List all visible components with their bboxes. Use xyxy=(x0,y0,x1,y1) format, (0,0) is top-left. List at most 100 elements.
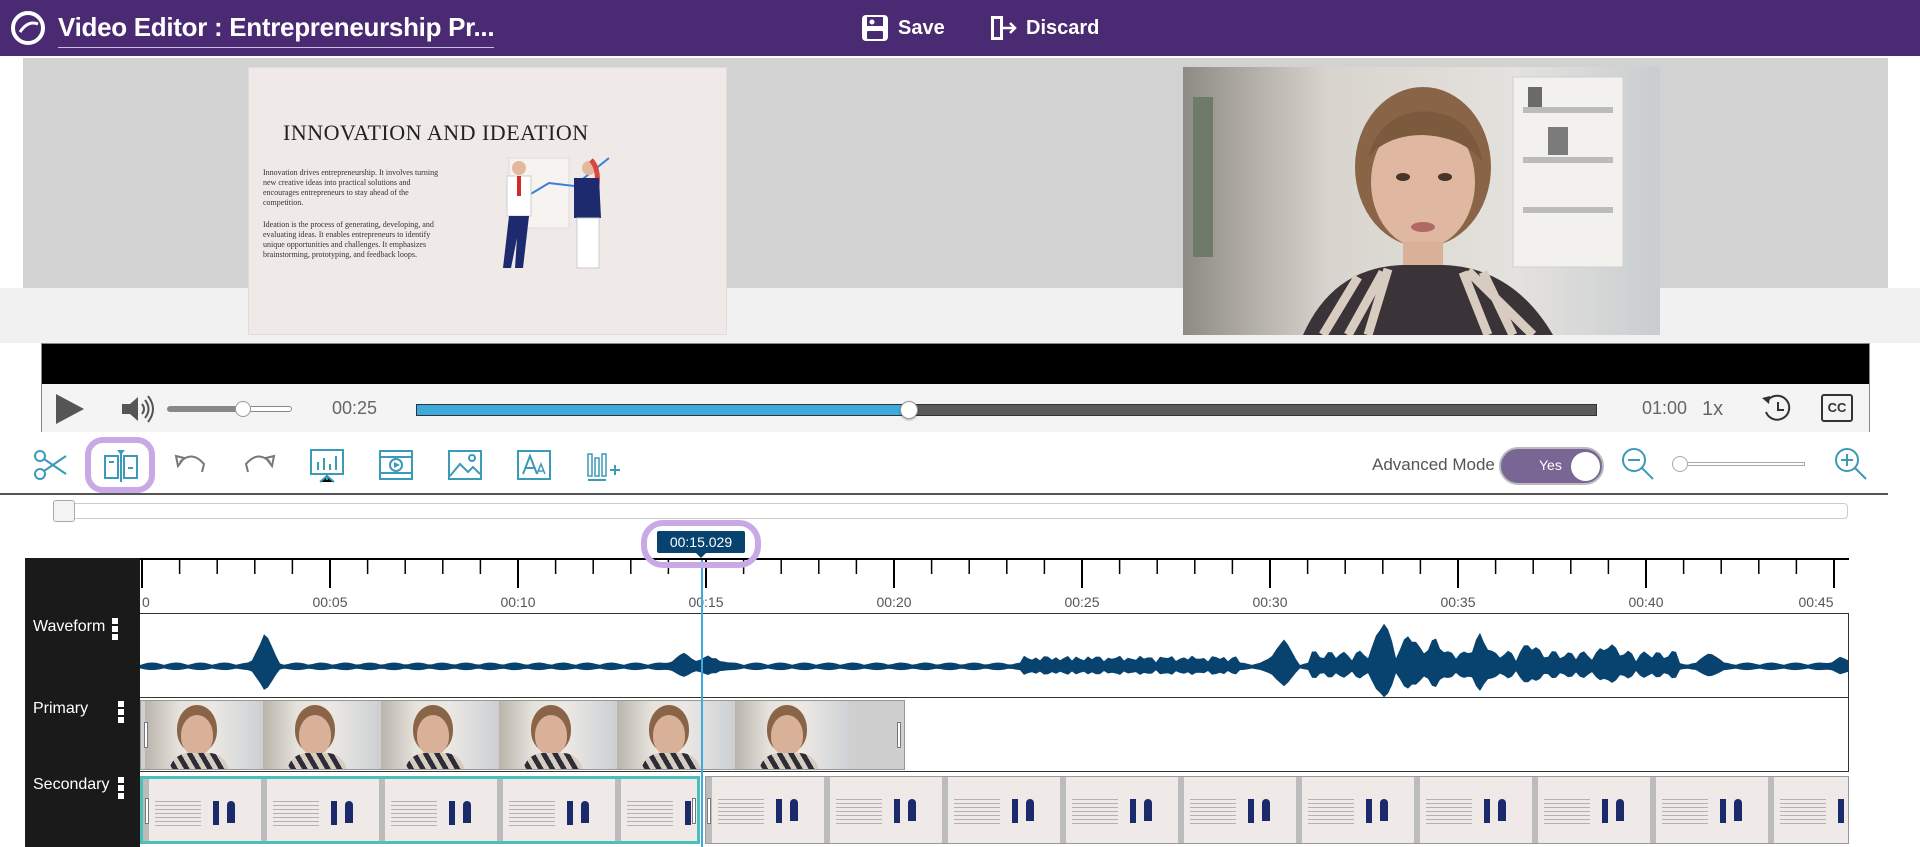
volume-slider[interactable] xyxy=(167,401,292,417)
ruler-tick-label: 0 xyxy=(142,594,150,610)
toggle-knob xyxy=(1571,452,1600,481)
presentation-chart-icon[interactable] xyxy=(308,446,346,484)
audio-waveform xyxy=(140,623,1848,698)
save-icon xyxy=(862,15,888,41)
ruler-tick-label: 00:40 xyxy=(1628,594,1663,610)
insert-track-icon[interactable] xyxy=(584,446,622,484)
slide-thumbnail xyxy=(1184,777,1296,843)
slide-thumbnail xyxy=(712,777,824,843)
playback-speed-button[interactable]: 1x xyxy=(1702,398,1723,421)
timeline-horizontal-scrollbar[interactable] xyxy=(53,500,1848,522)
secondary-clip-left-trim-handle[interactable] xyxy=(145,798,149,824)
split-clip-icon[interactable] xyxy=(102,446,140,484)
ruler-tick-label: 00:45 xyxy=(1798,594,1833,610)
slide-thumbnail xyxy=(503,779,615,841)
track-label-primary: Primary xyxy=(33,700,89,717)
scissors-icon[interactable] xyxy=(32,446,70,484)
slide-paragraph-2: Ideation is the process of generating, d… xyxy=(263,220,434,259)
primary-track-menu-icon[interactable] xyxy=(118,701,124,725)
primary-clip-left-trim-handle[interactable] xyxy=(144,722,148,748)
video-thumbnail xyxy=(263,701,377,769)
waveform-track-menu-icon[interactable] xyxy=(112,618,118,642)
ruler-tick-label: 00:30 xyxy=(1252,594,1287,610)
video-player: 00:25 01:00 1x CC xyxy=(41,343,1870,432)
playhead-time-label[interactable]: 00:15.029 xyxy=(657,531,745,553)
play-icon[interactable] xyxy=(54,392,86,426)
track-labels-panel: Waveform Primary Secondary xyxy=(25,558,140,847)
ruler-tick-label: 00:35 xyxy=(1440,594,1475,610)
discard-label: Discard xyxy=(1026,16,1100,39)
presenter-image xyxy=(1183,67,1660,335)
playback-progress-handle[interactable] xyxy=(900,401,919,419)
slide-thumbnail xyxy=(830,777,942,843)
ruler-tick-label: 00:15 xyxy=(688,594,723,610)
timeline-zoom-slider[interactable] xyxy=(1672,456,1805,472)
slide-thumbnail xyxy=(1066,777,1178,843)
player-controls: 00:25 01:00 1x CC xyxy=(42,384,1869,432)
webcam-video-frame xyxy=(1183,67,1660,335)
slide-thumbnail xyxy=(385,779,497,841)
secondary-clip-selected[interactable] xyxy=(140,776,700,844)
app-logo-icon xyxy=(11,11,45,45)
advanced-mode-toggle[interactable]: Yes xyxy=(1499,447,1604,485)
app-header: Video Editor : Entrepreneurship Pr... Sa… xyxy=(0,0,1920,56)
advanced-mode-label: Advanced Mode xyxy=(1372,455,1495,474)
slide-thumbnail xyxy=(267,779,379,841)
total-duration: 01:00 xyxy=(1641,398,1687,418)
page-title: Video Editor : Entrepreneurship Pr... xyxy=(58,12,495,48)
video-thumbnail xyxy=(381,701,495,769)
volume-slider-handle[interactable] xyxy=(235,401,251,417)
exit-door-icon xyxy=(991,16,1017,40)
primary-clip-right-trim-handle[interactable] xyxy=(897,722,901,748)
editor-toolbar xyxy=(0,432,1888,495)
volume-fill xyxy=(168,407,242,411)
ruler-tick-label: 00:25 xyxy=(1064,594,1099,610)
playback-progress-fill xyxy=(417,405,909,415)
replay-history-icon[interactable] xyxy=(1760,392,1794,424)
secondary-clip-b-left-trim-handle[interactable] xyxy=(707,798,711,824)
ruler-tick-label: 00:20 xyxy=(876,594,911,610)
ruler-ticks: 0 00:05 00:10 00:15 00:20 00:25 00:30 00:35 00:4… xyxy=(141,560,1835,610)
ruler-tick-label: 00:05 xyxy=(312,594,347,610)
current-time: 00:25 xyxy=(332,398,378,418)
secondary-track xyxy=(140,772,1849,847)
scrollbar-handle[interactable] xyxy=(53,500,75,522)
undo-icon[interactable] xyxy=(172,446,210,484)
playhead-marker xyxy=(695,552,707,558)
discard-button[interactable]: Discard xyxy=(988,12,1099,44)
closed-captions-button[interactable]: CC xyxy=(1821,394,1853,422)
slide-thumbnail xyxy=(1538,777,1650,843)
slide-thumbnail xyxy=(1302,777,1414,843)
slide-thumbnail xyxy=(948,777,1060,843)
track-label-secondary: Secondary xyxy=(33,776,110,793)
secondary-clip[interactable] xyxy=(705,776,1849,844)
secondary-track-menu-icon[interactable] xyxy=(118,777,124,801)
video-thumbnail xyxy=(735,701,849,769)
slide-paragraph-1: Innovation drives entrepreneurship. It i… xyxy=(263,168,439,207)
image-icon[interactable] xyxy=(446,446,484,484)
redo-icon[interactable] xyxy=(240,446,278,484)
save-button[interactable]: Save xyxy=(860,12,945,44)
video-thumbnail xyxy=(499,701,613,769)
secondary-clip-right-trim-handle[interactable] xyxy=(692,798,696,824)
playhead-line[interactable] xyxy=(701,560,703,847)
advanced-mode-value: Yes xyxy=(1539,457,1562,473)
zoom-out-icon[interactable] xyxy=(1620,446,1656,482)
text-icon[interactable] xyxy=(515,446,553,484)
volume-icon[interactable] xyxy=(120,394,156,424)
slide-thumbnail xyxy=(1656,777,1768,843)
timeline-ruler[interactable]: 0 00:05 00:10 00:15 00:20 00:25 00:30 00:35 00:4… xyxy=(140,558,1849,614)
playback-progress-bar[interactable] xyxy=(416,401,1597,419)
slide-thumbnail xyxy=(1774,777,1848,843)
zoom-in-icon[interactable] xyxy=(1833,446,1869,482)
track-label-waveform: Waveform xyxy=(33,618,106,635)
primary-video-clip[interactable] xyxy=(140,700,905,770)
zoom-slider-handle[interactable] xyxy=(1672,456,1688,472)
business-illustration xyxy=(503,157,610,269)
primary-track xyxy=(140,698,1849,772)
slide-preview: INNOVATION AND IDEATION Innovation drive… xyxy=(248,67,727,335)
slide-thumbnail xyxy=(1420,777,1532,843)
video-clip-icon[interactable] xyxy=(377,446,415,484)
slide-thumbnail xyxy=(149,779,261,841)
save-label: Save xyxy=(898,16,945,39)
